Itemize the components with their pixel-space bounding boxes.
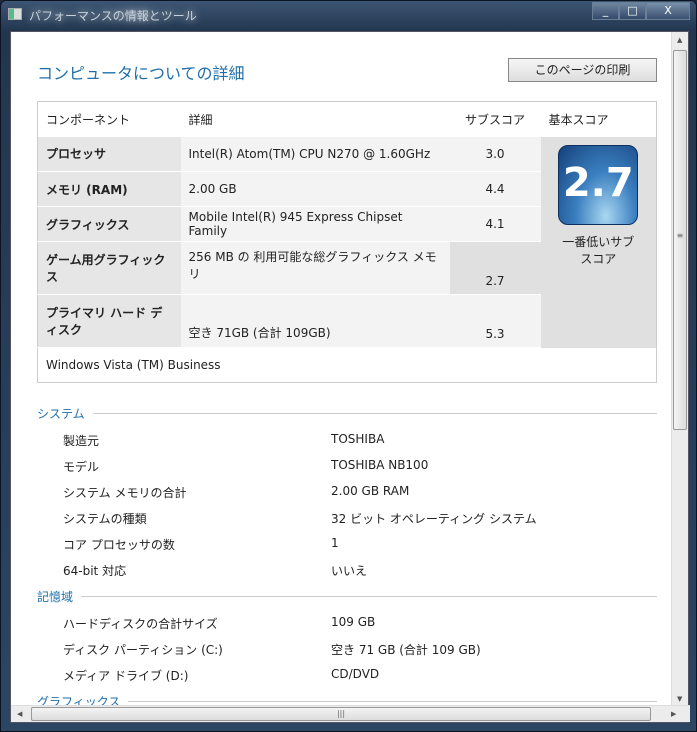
window: パフォーマンスの情報とツール _ □ X コンピュータについての詳細 このページ… [0,0,697,732]
os-edition: Windows Vista (TM) Business [37,347,657,383]
window-title: パフォーマンスの情報とツール [29,9,197,23]
app-icon [8,8,22,20]
section-storage: 記憶域 [37,588,657,605]
info-value: いいえ [331,564,368,578]
component-label: ゲーム用グラフィックス [37,241,181,295]
info-label: 製造元 [63,434,100,448]
header-component: コンポーネント [37,101,181,137]
info-value: 2.00 GB RAM [331,484,410,498]
subscore: 5.3 [449,294,541,348]
component-label: プロセッサ [37,136,181,172]
info-label: システムの種類 [63,512,147,526]
component-label: グラフィックス [37,206,181,242]
info-label: モデル [63,460,100,474]
horizontal-scrollbar[interactable]: ◀ ||| ▶ [11,705,690,722]
page-title: コンピュータについての詳細 [37,64,245,83]
header-detail: 詳細 [180,101,450,137]
vertical-scrollbar[interactable]: ▲ ≡ ▼ [671,32,688,707]
scroll-down-icon[interactable]: ▼ [677,695,682,703]
base-score-caption: 一番低いサブスコア [562,234,635,266]
horizontal-scroll-thumb[interactable]: ||| [31,707,651,721]
content-area: コンピュータについての詳細 このページの印刷 コンポーネント 詳細 サブスコア … [10,31,690,723]
component-detail: 空き 71GB (合計 109GB) [180,294,450,348]
info-label: ハードディスクの合計サイズ [63,617,218,631]
info-value: 32 ビット オペレーティング システム [331,512,537,526]
component-detail: Intel(R) Atom(TM) CPU N270 @ 1.60GHz [180,136,450,172]
info-label: メディア ドライブ (D:) [63,669,189,683]
table-row: プロセッサ Intel(R) Atom(TM) CPU N270 @ 1.60G… [37,136,657,348]
title-bar[interactable]: パフォーマンスの情報とツール _ □ X [1,1,697,29]
subscore: 4.1 [449,206,541,242]
scroll-up-icon[interactable]: ▲ [677,36,682,44]
vertical-scroll-thumb[interactable]: ≡ [673,50,687,430]
close-button[interactable]: X [646,2,690,20]
subscore: 4.4 [449,171,541,207]
base-score-cell: 2.7 一番低いサブスコア [540,136,657,348]
component-detail: 2.00 GB [180,171,450,207]
info-value: 109 GB [331,615,376,629]
component-detail: Mobile Intel(R) 945 Express Chipset Fami… [180,206,450,242]
info-value: TOSHIBA NB100 [331,458,429,472]
info-label: システム メモリの合計 [63,486,187,500]
score-table: コンポーネント 詳細 サブスコア 基本スコア プロセッサ Intel(R) At… [37,101,657,383]
info-value: 空き 71 GB (合計 109 GB) [331,643,481,657]
maximize-button[interactable]: □ [619,2,646,20]
subscore: 2.7 [449,241,541,295]
subscore: 3.0 [449,136,541,172]
component-label: メモリ (RAM) [37,171,181,207]
component-detail: 256 MB の 利用可能な総グラフィックス メモリ [180,241,450,295]
info-value: CD/DVD [331,667,380,681]
header-subscore: サブスコア [449,101,541,137]
print-page-button[interactable]: このページの印刷 [508,58,657,82]
info-label: 64-bit 対応 [63,564,127,578]
header-base-score: 基本スコア [540,101,657,137]
section-system: システム [37,405,657,422]
component-label: プライマリ ハード ディスク [37,294,181,348]
minimize-button[interactable]: _ [592,2,619,20]
info-value: 1 [331,536,339,550]
info-value: TOSHIBA [331,432,385,446]
scroll-left-icon[interactable]: ◀ [17,710,22,718]
scroll-right-icon[interactable]: ▶ [671,710,676,718]
base-score-badge: 2.7 [558,144,639,225]
info-label: ディスク パーティション (C:) [63,643,223,657]
info-label: コア プロセッサの数 [63,538,175,552]
